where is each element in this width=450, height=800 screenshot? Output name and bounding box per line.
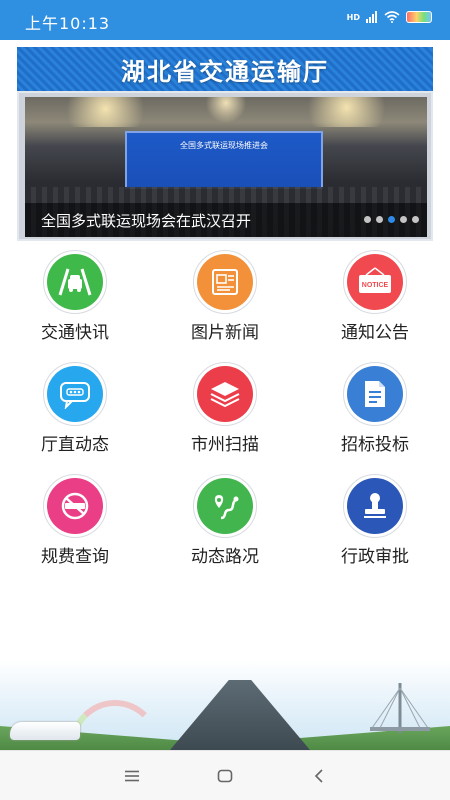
menu-item-picture-news[interactable]: 图片新闻 xyxy=(150,250,300,350)
header-banner: 湖北省交通运输厅 xyxy=(17,47,433,91)
carousel-dot[interactable] xyxy=(400,216,407,223)
layers-icon xyxy=(197,366,253,422)
menu-label: 厅直动态 xyxy=(41,435,109,455)
menu-item-admin-approval[interactable]: 行政审批 xyxy=(300,474,450,574)
menu-label: 市州扫描 xyxy=(191,435,259,455)
notice-icon-text: NOTICE xyxy=(362,282,389,289)
menu-icon[interactable] xyxy=(120,765,144,787)
menu-item-traffic-news[interactable]: 交通快讯 xyxy=(0,250,150,350)
icon-ring xyxy=(43,474,107,538)
document-icon xyxy=(347,366,403,422)
chat-bubble-icon xyxy=(47,366,103,422)
icon-ring: NOTICE xyxy=(343,250,407,314)
icon-ring xyxy=(43,362,107,426)
menu-label: 动态路况 xyxy=(191,547,259,567)
menu-label: 招标投标 xyxy=(341,435,409,455)
back-icon[interactable] xyxy=(307,765,331,787)
menu-item-fee-query[interactable]: 规费查询 xyxy=(0,474,150,574)
carousel-dot[interactable] xyxy=(364,216,371,223)
system-nav-bar xyxy=(0,750,450,800)
news-carousel[interactable]: 全国多式联运现场推进会 全国多式联运现场会在武汉召开 xyxy=(17,91,433,241)
conference-screen: 全国多式联运现场推进会 xyxy=(125,131,323,189)
menu-label: 规费查询 xyxy=(41,547,109,567)
carousel-caption-bar: 全国多式联运现场会在武汉召开 xyxy=(25,203,427,237)
battery-icon xyxy=(406,11,432,23)
menu-item-road-conditions[interactable]: 动态路况 xyxy=(150,474,300,574)
icon-ring xyxy=(193,474,257,538)
conference-screen-text: 全国多式联运现场推进会 xyxy=(180,141,268,150)
menu-item-notice[interactable]: NOTICE 通知公告 xyxy=(300,250,450,350)
menu-label: 交通快讯 xyxy=(41,323,109,343)
train xyxy=(10,722,80,740)
no-entry-icon xyxy=(47,478,103,534)
bridge xyxy=(370,683,430,733)
map-route-icon xyxy=(197,478,253,534)
carousel-dot[interactable] xyxy=(376,216,383,223)
icon-ring xyxy=(43,250,107,314)
highway xyxy=(170,680,310,750)
carousel-caption[interactable]: 全国多式联运现场会在武汉召开 xyxy=(41,210,251,231)
menu-label: 图片新闻 xyxy=(191,323,259,343)
home-icon[interactable] xyxy=(213,765,237,787)
menu-item-department-news[interactable]: 厅直动态 xyxy=(0,362,150,462)
app-screen: 上午10:13 HD 湖北省交通运输厅 全国多式联运现场推进会 全国多式联运现场… xyxy=(0,0,450,800)
menu-label: 行政审批 xyxy=(341,547,409,567)
icon-ring xyxy=(343,362,407,426)
wifi-icon xyxy=(384,11,400,23)
carousel-indicator xyxy=(364,216,419,223)
status-icons: HD xyxy=(347,11,432,23)
icon-ring xyxy=(193,362,257,426)
stamp-icon xyxy=(347,478,403,534)
status-time: 上午10:13 xyxy=(25,14,111,33)
picture-news-icon xyxy=(197,254,253,310)
menu-item-city-scan[interactable]: 市州扫描 xyxy=(150,362,300,462)
carousel-dot[interactable] xyxy=(412,216,419,223)
status-bar: 上午10:13 HD xyxy=(0,0,450,40)
menu-label: 通知公告 xyxy=(341,323,409,343)
carousel-dot-active[interactable] xyxy=(388,216,395,223)
signal-icon xyxy=(366,11,377,23)
network-type-label: HD xyxy=(346,12,360,22)
menu-item-bidding[interactable]: 招标投标 xyxy=(300,362,450,462)
icon-ring xyxy=(343,474,407,538)
notice-icon: NOTICE xyxy=(347,254,403,310)
bottom-illustration xyxy=(0,660,450,750)
page-title: 湖北省交通运输厅 xyxy=(121,57,329,86)
ceiling-lights xyxy=(25,97,427,127)
car-road-icon xyxy=(47,254,103,310)
icon-ring xyxy=(193,250,257,314)
